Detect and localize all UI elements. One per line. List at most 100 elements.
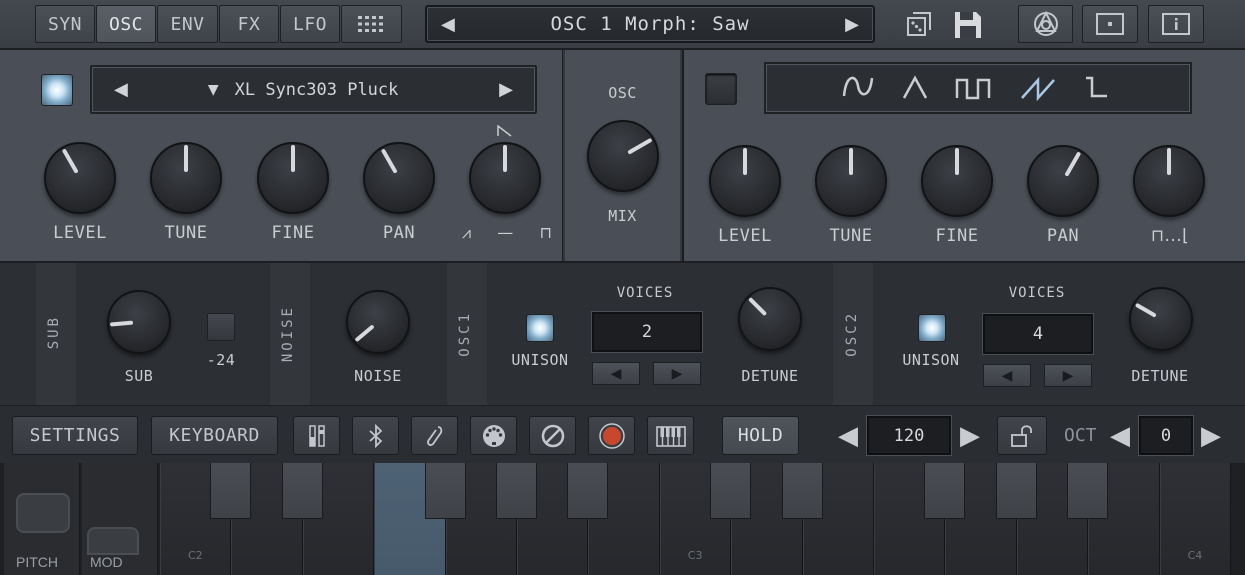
black-key[interactable] xyxy=(781,463,823,519)
unlock-icon xyxy=(1011,424,1032,447)
tempo-increment-button[interactable]: ▶ xyxy=(960,421,980,451)
tempo-decrement-button[interactable]: ◀ xyxy=(838,421,858,451)
osc2-voices-increment-button[interactable]: ▶ xyxy=(1044,364,1092,387)
black-key[interactable] xyxy=(567,463,609,519)
black-key[interactable] xyxy=(924,463,966,519)
note-label-c2: C2 xyxy=(188,549,203,562)
pitch-wheel[interactable]: PITCH xyxy=(4,463,80,575)
sub-noise-unison-section: SUB SUB -24 NOISE NOISE OSC1 UNISON VOIC… xyxy=(0,262,1245,406)
osc1-detune-knob[interactable] xyxy=(738,287,802,351)
pitch-wheel-handle[interactable] xyxy=(16,493,70,533)
record-button[interactable] xyxy=(588,416,635,455)
info-button[interactable] xyxy=(1148,5,1204,43)
audio-unit-button[interactable] xyxy=(1018,5,1073,43)
sample-name: XL Sync303 Pluck xyxy=(234,79,399,100)
info-icon xyxy=(1162,13,1190,35)
osc2-enable-led[interactable] xyxy=(705,73,737,105)
tempo-display[interactable]: 120 xyxy=(867,416,951,455)
tab-fx[interactable]: FX xyxy=(219,5,279,43)
hold-button[interactable]: HOLD xyxy=(722,416,799,455)
black-key[interactable] xyxy=(281,463,323,519)
osc2-detune-label: DETUNE xyxy=(1131,367,1189,385)
mod-wheel[interactable]: MOD xyxy=(82,463,158,575)
osc1-pan-knob[interactable] xyxy=(363,142,435,214)
black-key[interactable] xyxy=(210,463,252,519)
keyboard-button[interactable]: KEYBOARD xyxy=(151,416,278,455)
pulse-wave-label-icon: ⩘ xyxy=(462,223,472,242)
save-button[interactable] xyxy=(952,9,984,41)
osc1-unison-led[interactable] xyxy=(526,314,554,342)
osc2-fine-knob[interactable] xyxy=(921,145,993,217)
osc1-voices-increment-button[interactable]: ▶ xyxy=(653,362,701,385)
sample-dropdown-icon[interactable]: ▼ xyxy=(208,82,219,98)
black-key[interactable] xyxy=(1067,463,1109,519)
osc2-detune-knob[interactable] xyxy=(1129,287,1193,351)
sine-wave-icon[interactable] xyxy=(842,76,874,97)
osc2-pw-knob[interactable] xyxy=(1133,145,1205,217)
osc1-voices-title: VOICES xyxy=(616,285,674,301)
noise-knob[interactable] xyxy=(346,290,410,354)
osc2-level-knob[interactable] xyxy=(709,145,781,217)
link-button[interactable] xyxy=(411,416,458,455)
osc1-tune-knob[interactable] xyxy=(150,142,222,214)
black-key[interactable] xyxy=(496,463,537,519)
mod-wheel-handle[interactable] xyxy=(87,527,139,555)
osc-mix-knob[interactable] xyxy=(587,120,659,192)
pulse-wave-icon[interactable] xyxy=(1086,76,1107,98)
mix-title: OSC xyxy=(608,84,637,102)
osc1-enable-led[interactable] xyxy=(41,74,73,106)
sub-octave-toggle[interactable] xyxy=(207,313,235,341)
piano-keyboard: C2 C3 C4 xyxy=(160,463,1245,575)
sub-knob[interactable] xyxy=(107,290,171,354)
osc1-fine-knob[interactable] xyxy=(257,142,329,214)
osc2-fine-label: FINE xyxy=(935,226,979,246)
mixer-button[interactable] xyxy=(293,416,340,455)
tab-lfo[interactable]: LFO xyxy=(280,5,340,43)
square-wave-icon[interactable] xyxy=(955,78,991,100)
osc2-voices-decrement-button[interactable]: ◀ xyxy=(983,364,1031,387)
bluetooth-button[interactable] xyxy=(352,416,399,455)
panic-button[interactable] xyxy=(529,416,576,455)
audio-unit-icon xyxy=(1033,10,1058,36)
osc1-sample-selector[interactable]: ◀ ▼ XL Sync303 Pluck ▶ xyxy=(90,65,537,114)
tab-syn[interactable]: SYN xyxy=(35,5,95,43)
save-icon xyxy=(955,12,981,38)
ramp-icon xyxy=(497,125,512,137)
tab-env[interactable]: ENV xyxy=(157,5,218,43)
tab-osc[interactable]: OSC xyxy=(96,5,156,43)
osc1-level-knob[interactable] xyxy=(44,142,116,214)
note-label-c4: C4 xyxy=(1187,549,1203,562)
saw-wave-icon[interactable] xyxy=(1021,76,1055,102)
sub-section-label: SUB xyxy=(46,315,62,350)
midi-button[interactable] xyxy=(470,416,517,455)
note-label-c3: C3 xyxy=(687,549,703,562)
window-icon xyxy=(1096,13,1124,35)
preset-display[interactable]: ◀ OSC 1 Morph: Saw ▶ xyxy=(425,5,875,43)
piano-button[interactable] xyxy=(647,416,694,455)
osc1-shape-knob[interactable] xyxy=(469,142,541,214)
sample-next-button[interactable]: ▶ xyxy=(499,79,513,100)
octave-increment-button[interactable]: ▶ xyxy=(1201,421,1221,451)
black-key[interactable] xyxy=(995,463,1037,519)
osc2-tune-knob[interactable] xyxy=(815,145,887,217)
lock-button[interactable] xyxy=(997,416,1047,455)
sub-knob-label: SUB xyxy=(124,367,154,385)
octave-decrement-button[interactable]: ◀ xyxy=(1110,421,1130,451)
sub-octave-label: -24 xyxy=(206,351,236,369)
osc2-pan-knob[interactable] xyxy=(1027,145,1099,217)
randomize-button[interactable] xyxy=(904,9,936,41)
settings-button[interactable]: SETTINGS xyxy=(12,416,138,455)
triangle-wave-icon[interactable] xyxy=(902,75,928,99)
preset-next-button[interactable]: ▶ xyxy=(845,14,859,35)
window-button[interactable] xyxy=(1082,5,1138,43)
black-key[interactable] xyxy=(710,463,752,519)
sample-prev-button[interactable]: ◀ xyxy=(114,79,128,100)
osc1-panel: ◀ ▼ XL Sync303 Pluck ▶ LEVEL TUNE FINE P… xyxy=(0,50,562,261)
osc1-voices-decrement-button[interactable]: ◀ xyxy=(592,362,640,385)
tab-grid[interactable] xyxy=(341,5,402,43)
keyboard-area: PITCH MOD C2 C3 C4 xyxy=(0,463,1245,575)
black-key[interactable] xyxy=(424,463,466,519)
octave-display: 0 xyxy=(1139,416,1193,455)
osc2-unison-led[interactable] xyxy=(918,314,946,342)
preset-prev-button[interactable]: ◀ xyxy=(441,14,455,35)
